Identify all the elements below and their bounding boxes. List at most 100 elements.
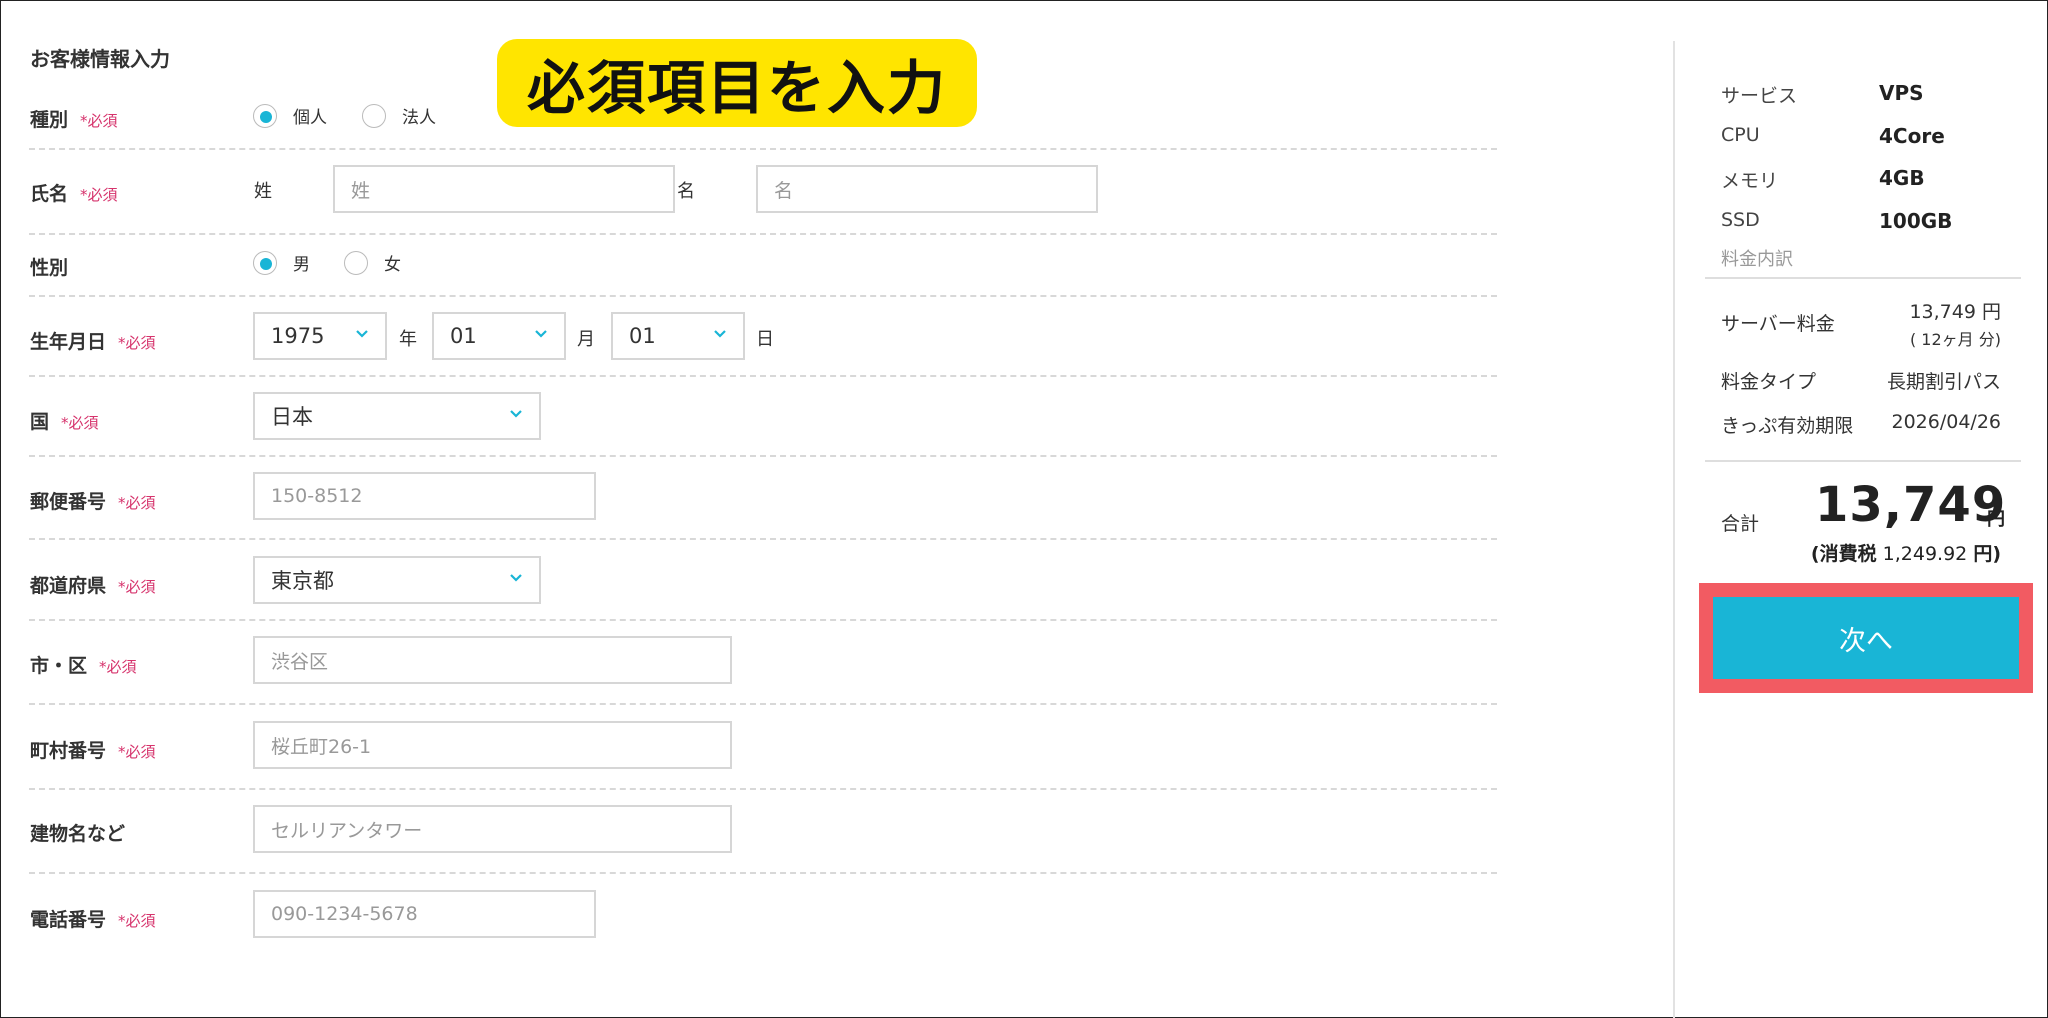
spec-service-value: VPS [1879, 81, 1924, 105]
divider [29, 703, 1497, 705]
required-mark: *必須 [118, 912, 156, 930]
divider [29, 455, 1497, 457]
first-name-label: 名 [677, 181, 695, 202]
total-value: 13,749 [1815, 477, 2007, 533]
radio-selected-icon [253, 250, 277, 275]
radio-selected-icon [253, 103, 277, 128]
required-mark: *必須 [80, 186, 118, 204]
divider [29, 788, 1497, 790]
radio-label: 女 [384, 255, 401, 275]
spec-memory-value: 4GB [1879, 166, 1925, 190]
sidebar-divider-line [1705, 460, 2021, 462]
radio-icon [362, 103, 386, 128]
birth-date-label: 生年月日 *必須 [30, 331, 156, 353]
chevron-down-icon [714, 330, 726, 338]
prefecture-label: 都道府県 *必須 [30, 575, 156, 597]
select-value: 01 [629, 324, 656, 348]
required-mark: *必須 [61, 414, 99, 432]
sidebar-divider-line [1705, 277, 2021, 279]
chevron-down-icon [510, 410, 522, 418]
spec-service-key: サービス [1721, 85, 1798, 107]
spec-cpu-value: 4Core [1879, 124, 1945, 148]
spec-ssd-key: SSD [1721, 209, 1760, 231]
type-option-individual[interactable]: 個人 [253, 103, 327, 128]
last-name-input[interactable]: 姓 [333, 165, 675, 213]
building-label: 建物名など [30, 823, 126, 845]
radio-label: 男 [293, 255, 310, 275]
divider [29, 295, 1497, 297]
city-label: 市・区 *必須 [30, 655, 137, 677]
plan-type-key: 料金タイプ [1721, 371, 1817, 393]
year-unit: 年 [399, 329, 417, 350]
birth-day-select[interactable]: 01 [611, 312, 745, 360]
country-select[interactable]: 日本 [253, 392, 541, 440]
chevron-down-icon [356, 330, 368, 338]
plan-type-value: 長期割引パス [1886, 371, 2001, 393]
server-fee-key: サーバー料金 [1721, 313, 1835, 335]
divider [29, 872, 1497, 874]
divider [29, 538, 1497, 540]
next-button-label: 次へ [1839, 625, 1893, 657]
server-fee-period: ( 12ヶ月 分) [1909, 330, 2001, 349]
month-unit: 月 [577, 329, 595, 350]
select-value: 1975 [271, 324, 325, 348]
postal-code-input[interactable]: 150-8512 [253, 472, 596, 520]
gender-label: 性別 [30, 257, 69, 279]
sidebar-divider [1673, 41, 1675, 1018]
town-input[interactable]: 桜丘町26-1 [253, 721, 732, 769]
chevron-down-icon [510, 574, 522, 582]
server-fee-value: 13,749 円 [1909, 301, 2001, 323]
phone-label: 電話番号 *必須 [30, 909, 156, 931]
country-label: 国 *必須 [30, 411, 99, 433]
city-input[interactable]: 渋谷区 [253, 636, 732, 684]
radio-label: 個人 [293, 108, 327, 128]
birth-year-select[interactable]: 1975 [253, 312, 387, 360]
day-unit: 日 [756, 329, 774, 350]
gender-option-female[interactable]: 女 [344, 250, 401, 275]
select-value: 01 [450, 324, 477, 348]
ticket-expiry-key: きっぷ有効期限 [1721, 415, 1854, 437]
gender-option-male[interactable]: 男 [253, 250, 310, 275]
type-option-corporate[interactable]: 法人 [362, 103, 436, 128]
spec-ssd-value: 100GB [1879, 209, 1953, 233]
select-value: 東京都 [271, 569, 334, 593]
name-label: 氏名 *必須 [30, 183, 118, 205]
tax-suffix: 円) [1973, 543, 2001, 565]
birth-month-select[interactable]: 01 [432, 312, 566, 360]
total-unit: 円 [1987, 509, 2005, 530]
required-mark: *必須 [118, 494, 156, 512]
required-mark: *必須 [118, 578, 156, 596]
required-mark: *必須 [118, 334, 156, 352]
town-label: 町村番号 *必須 [30, 740, 156, 762]
chevron-down-icon [535, 330, 547, 338]
banner-text: 必須項目を入力 [526, 54, 947, 122]
radio-icon [344, 250, 368, 275]
divider [29, 619, 1497, 621]
tax-amount: 1,249.92 [1882, 543, 1968, 565]
required-fields-banner: 必須項目を入力 [497, 39, 977, 127]
tax-line: (消費税 1,249.92 円) [1811, 539, 2001, 566]
divider [29, 233, 1497, 235]
divider [29, 375, 1497, 377]
type-label: 種別 *必須 [30, 109, 118, 131]
prefecture-select[interactable]: 東京都 [253, 556, 541, 604]
postal-code-label: 郵便番号 *必須 [30, 491, 156, 513]
required-mark: *必須 [118, 743, 156, 761]
radio-label: 法人 [402, 108, 436, 128]
required-mark: *必須 [99, 658, 137, 676]
spec-memory-key: メモリ [1721, 170, 1779, 192]
form-title: お客様情報入力 [30, 47, 170, 71]
total-key: 合計 [1721, 513, 1760, 535]
building-input[interactable]: セルリアンタワー [253, 805, 732, 853]
spec-cpu-key: CPU [1721, 124, 1760, 146]
required-mark: *必須 [80, 112, 118, 130]
select-value: 日本 [271, 405, 313, 429]
next-button[interactable]: 次へ [1713, 597, 2019, 679]
tax-prefix: (消費税 [1810, 543, 1877, 565]
page-frame: お客様情報入力 必須項目を入力 種別 *必須 個人 法人 氏名 *必須 姓 姓 名 … [0, 0, 2048, 1018]
phone-input[interactable]: 090-1234-5678 [253, 890, 596, 938]
breakdown-label: 料金内訳 [1721, 249, 1793, 270]
first-name-input[interactable]: 名 [756, 165, 1098, 213]
ticket-expiry-value: 2026/04/26 [1891, 411, 2001, 433]
divider [29, 148, 1497, 150]
